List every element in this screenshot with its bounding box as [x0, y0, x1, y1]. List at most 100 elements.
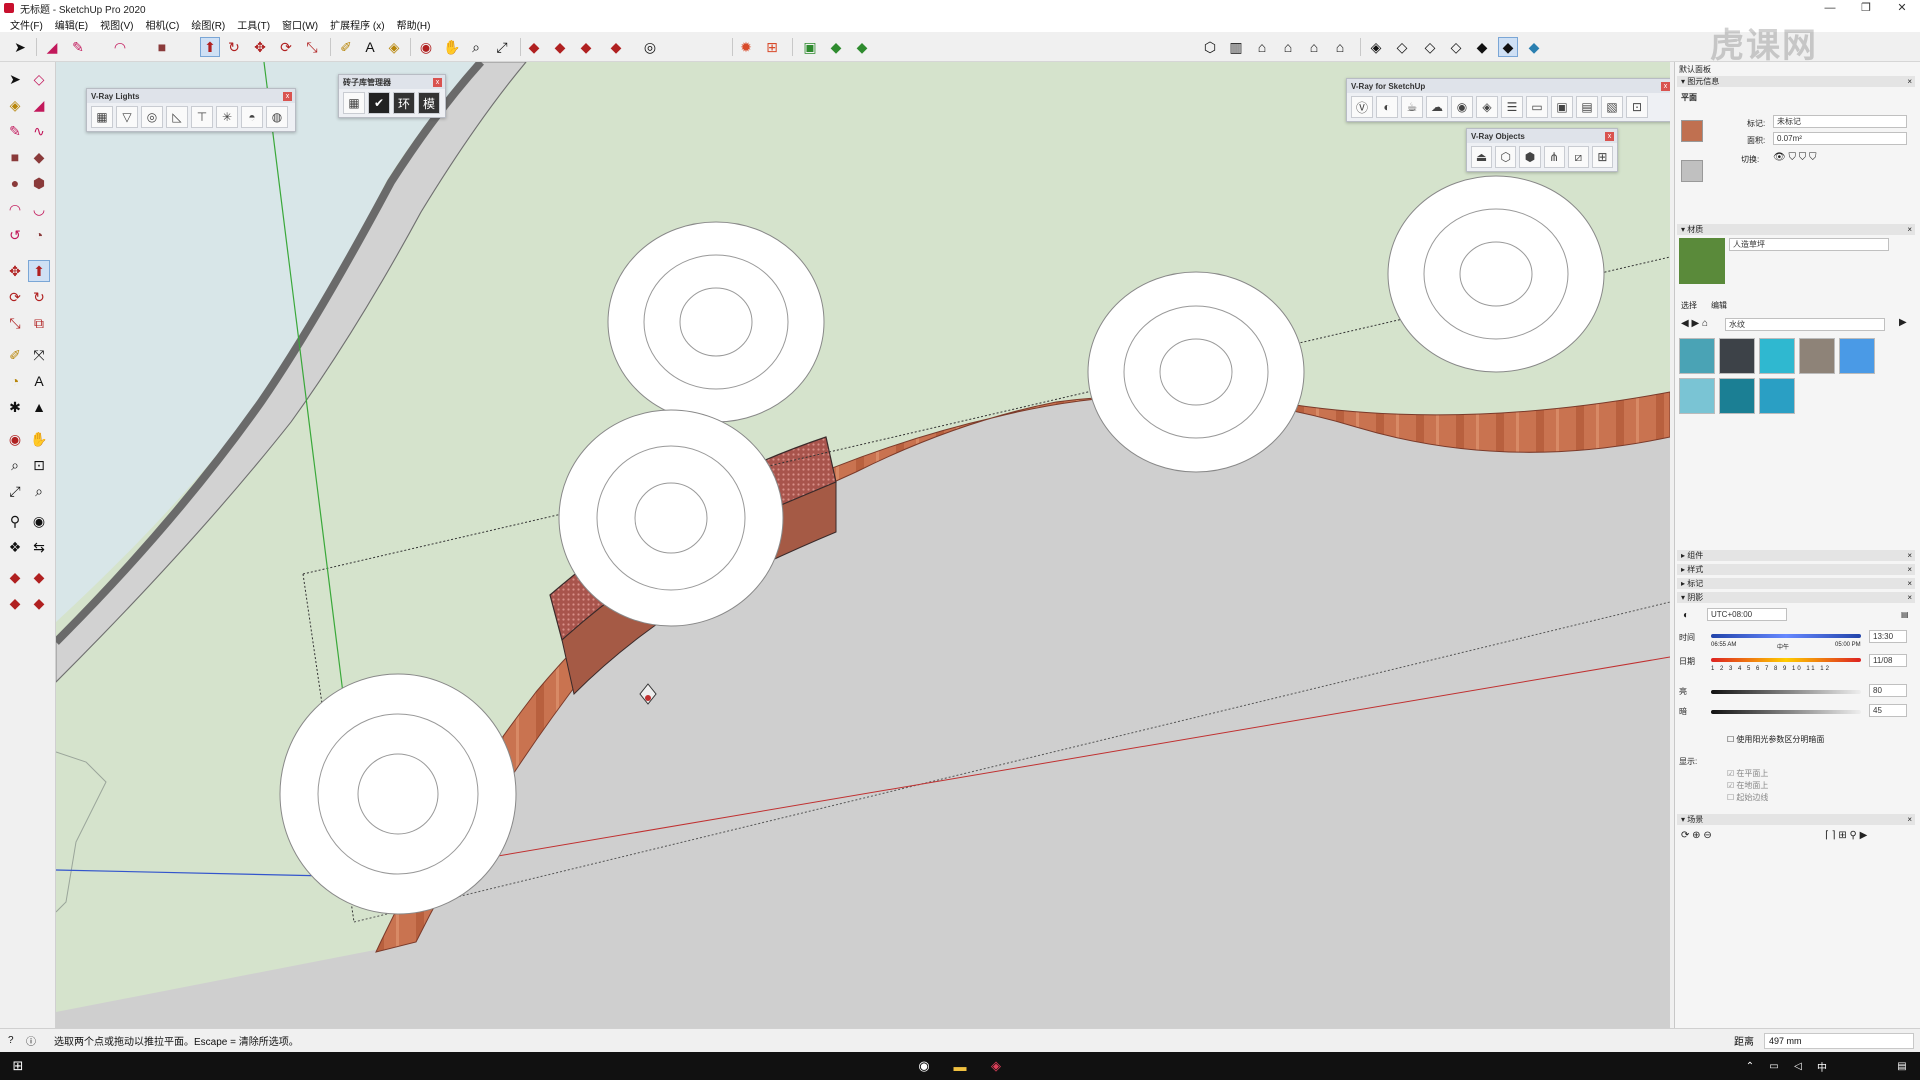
- material-nav-icons[interactable]: ◀ ▶ ⌂: [1681, 318, 1708, 329]
- follow-me-tool-icon[interactable]: ↻: [224, 37, 244, 57]
- textured-style-icon[interactable]: ◆: [1498, 37, 1518, 57]
- previous-view-icon[interactable]: ⌕: [28, 480, 50, 502]
- table-icon[interactable]: ▦: [343, 92, 365, 114]
- minimize-button[interactable]: —: [1812, 0, 1848, 16]
- hidden-line-style-icon[interactable]: ◇: [1446, 37, 1466, 57]
- select-tool-icon[interactable]: ➤: [10, 37, 30, 57]
- scene-controls-icons[interactable]: ⟳ ⊕ ⊖: [1681, 830, 1712, 841]
- model-viewport[interactable]: V-Ray Lights x ▦ ▽ ◎ ◺ ⊤ ✳ ◓ ◍ 砖子库管理器 x ▦ …: [56, 62, 1670, 1028]
- visibility-toggle-icons[interactable]: 👁 ⛉ ⛉ ⛉: [1773, 152, 1817, 163]
- vray-region-icon[interactable]: ▭: [1526, 96, 1548, 118]
- vray-batch-icon[interactable]: ◈: [1476, 96, 1498, 118]
- shadow-toggle-icon[interactable]: ◐: [1683, 610, 1689, 621]
- material-swatch-5[interactable]: [1839, 338, 1875, 374]
- freehand-icon[interactable]: ∿: [28, 120, 50, 142]
- material-swatch-8[interactable]: [1759, 378, 1795, 414]
- material-swatch-1[interactable]: [1679, 338, 1715, 374]
- front-face-material[interactable]: [1681, 120, 1703, 142]
- select-icon[interactable]: ➤: [4, 68, 26, 90]
- measurements-box[interactable]: 497 mm: [1764, 1032, 1914, 1049]
- paint-bucket-icon[interactable]: ◈: [384, 37, 404, 57]
- rotate-icon[interactable]: ⟳: [4, 286, 26, 308]
- zoom-window-icon[interactable]: ⊡: [28, 454, 50, 476]
- zoom-icon[interactable]: ⌕: [4, 454, 26, 476]
- vray-fur-icon[interactable]: ⋔: [1543, 146, 1565, 168]
- dome-light-icon[interactable]: ✳: [216, 106, 238, 128]
- polygon-icon[interactable]: ⬢: [28, 172, 50, 194]
- extension-warehouse-icon[interactable]: ◆: [576, 37, 596, 57]
- vray-clipper-icon[interactable]: ⧄: [1567, 146, 1589, 168]
- menu-help[interactable]: 帮助(H): [391, 17, 437, 32]
- vray-cloud-icon[interactable]: ☁: [1426, 96, 1448, 118]
- date-field[interactable]: 11/08: [1869, 654, 1907, 667]
- push-pull-tool-icon[interactable]: ⬆: [200, 37, 220, 57]
- rectangle-tool-icon[interactable]: ■: [152, 37, 172, 57]
- light-gen-icon[interactable]: ◍: [266, 106, 288, 128]
- material-name-field[interactable]: 人造草坪: [1729, 238, 1889, 251]
- section-plane-icon[interactable]: ⇆: [28, 536, 50, 558]
- material-swatch-6[interactable]: [1679, 378, 1715, 414]
- ruby-console-icon[interactable]: ◆: [606, 37, 626, 57]
- wireframe-style-icon[interactable]: ◇: [1420, 37, 1440, 57]
- on-ground-checkbox[interactable]: ☑ 在地面上: [1727, 780, 1768, 791]
- scale-tool-icon[interactable]: ⤡: [302, 37, 322, 57]
- scenes-header[interactable]: ▾ 场景 ×: [1677, 814, 1915, 825]
- left-view-icon[interactable]: ⌂: [1330, 37, 1350, 57]
- move-icon[interactable]: ✥: [4, 260, 26, 282]
- vray-interactive-icon[interactable]: ☕: [1401, 96, 1423, 118]
- share-model-icon[interactable]: ◆: [550, 37, 570, 57]
- grid-tool-icon[interactable]: ⊞: [762, 37, 782, 57]
- material-details-icon[interactable]: ▶: [1899, 317, 1907, 328]
- paint-icon[interactable]: ◈: [4, 94, 26, 116]
- axes-icon[interactable]: ✱: [4, 396, 26, 418]
- menu-tools[interactable]: 工具(T): [231, 17, 276, 32]
- dark-slider[interactable]: [1711, 710, 1861, 714]
- menu-view[interactable]: 视图(V): [94, 17, 139, 32]
- rectangle-icon[interactable]: ■: [4, 146, 26, 168]
- rect-light-icon[interactable]: ▦: [91, 106, 113, 128]
- 3d-text-icon[interactable]: ▲: [28, 396, 50, 418]
- move-tool-icon[interactable]: ✥: [250, 37, 270, 57]
- file-explorer-icon[interactable]: ▬: [948, 1056, 972, 1076]
- push-pull-icon[interactable]: ⬆: [28, 260, 50, 282]
- scene-view-icons[interactable]: ⌈ ⌉ ⊞ ⚲ ▶: [1825, 830, 1867, 841]
- menu-camera[interactable]: 相机(C): [139, 17, 185, 32]
- protractor-icon[interactable]: ◔: [4, 370, 26, 392]
- add-location-icon[interactable]: ▣: [800, 37, 820, 57]
- rotate-tool-icon[interactable]: ⟳: [276, 37, 296, 57]
- zoom-tool-icon[interactable]: ⌕: [466, 37, 486, 57]
- material-swatch-2[interactable]: [1719, 338, 1755, 374]
- use-sun-checkbox[interactable]: ☐ 使用阳光参数区分明暗面: [1727, 734, 1824, 745]
- material-tab-edit[interactable]: 编辑: [1711, 300, 1727, 311]
- share-left-icon[interactable]: ◆: [28, 566, 50, 588]
- info-icon[interactable]: ⓘ: [26, 1033, 36, 1048]
- check-icon[interactable]: ✔: [368, 92, 390, 114]
- components-header[interactable]: ▸ 组件 ×: [1677, 550, 1915, 561]
- follow-me-icon[interactable]: ↻: [28, 286, 50, 308]
- brick-manager-close-button[interactable]: x: [433, 77, 442, 87]
- eraser-tool-icon[interactable]: ◢: [42, 37, 62, 57]
- ring-button[interactable]: 环: [393, 92, 415, 114]
- mesh-light-icon[interactable]: ◓: [241, 106, 263, 128]
- eraser-icon[interactable]: ◢: [28, 94, 50, 116]
- ruby-left-icon[interactable]: ◆: [28, 592, 50, 614]
- monochrome-style-icon[interactable]: ◆: [1524, 37, 1544, 57]
- pan-tool-icon[interactable]: ✋: [442, 37, 462, 57]
- menu-window[interactable]: 窗口(W): [276, 17, 324, 32]
- from-edges-checkbox[interactable]: ☐ 起始边线: [1727, 792, 1768, 803]
- vray-asset-editor-icon[interactable]: Ⓥ: [1351, 96, 1373, 118]
- menu-draw[interactable]: 绘图(R): [185, 17, 231, 32]
- terrain-icon[interactable]: ◆: [826, 37, 846, 57]
- vray-proxy-icon[interactable]: ⬡: [1495, 146, 1517, 168]
- vray-lightmix-icon[interactable]: ☰: [1501, 96, 1523, 118]
- vray-viewport-icon[interactable]: ▣: [1551, 96, 1573, 118]
- close-button[interactable]: ✕: [1884, 0, 1920, 16]
- light-field[interactable]: 80: [1869, 684, 1907, 697]
- styles-header[interactable]: ▸ 样式 ×: [1677, 564, 1915, 575]
- orbit-tool-icon[interactable]: ◉: [416, 37, 436, 57]
- arc-2pt-icon[interactable]: ◡: [28, 198, 50, 220]
- offset-icon[interactable]: ⧉: [28, 312, 50, 334]
- top-view-icon[interactable]: ▥: [1226, 37, 1246, 57]
- pan-icon[interactable]: ✋: [28, 428, 50, 450]
- zoom-extents-icon[interactable]: ⤢: [492, 37, 512, 57]
